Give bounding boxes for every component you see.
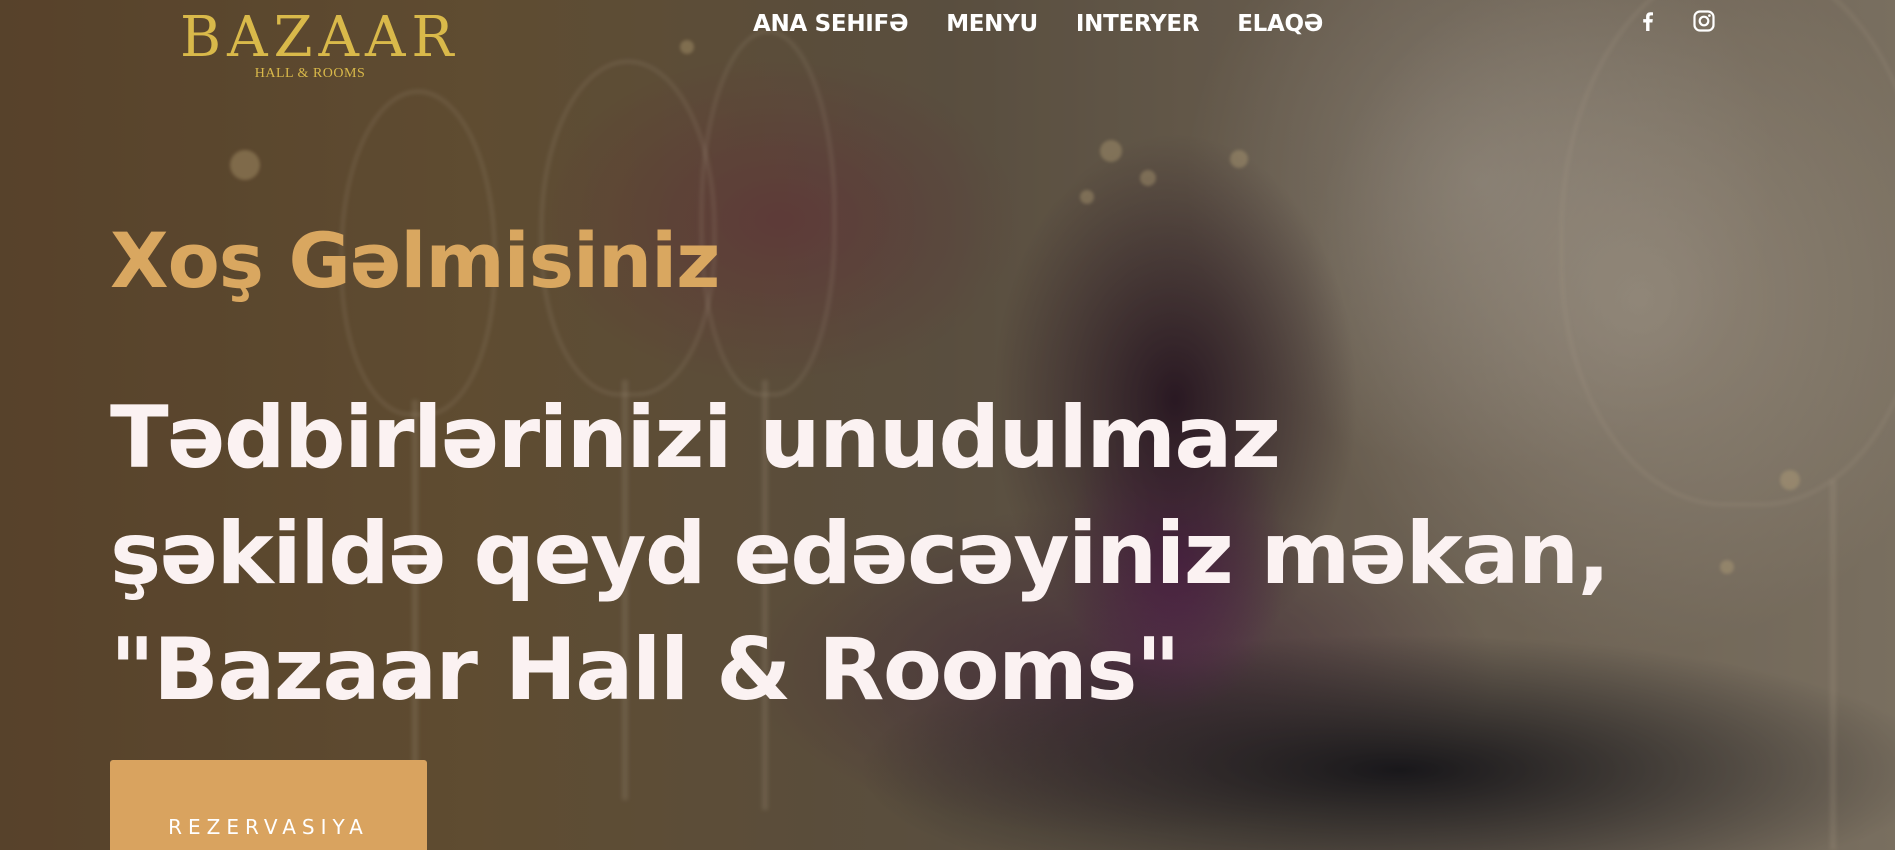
facebook-icon[interactable] — [1636, 9, 1660, 33]
welcome-heading: Xoş Gəlmisiniz — [110, 216, 720, 305]
hero-headline: Tədbirlərinizi unudulmaz şəkildə qeyd ed… — [110, 380, 1710, 728]
nav-item-interior[interactable]: INTERYER — [1076, 8, 1200, 40]
logo-wordmark: BAZAAR — [180, 5, 460, 70]
nav-item-contact[interactable]: ELAQƏ — [1237, 8, 1323, 40]
brand-logo[interactable]: BAZAAR HALL & ROOMS — [180, 5, 460, 88]
hero-headline-line: şəkildə qeyd edəcəyiniz məkan, — [110, 504, 1610, 604]
social-links — [1636, 8, 1716, 34]
nav-item-home[interactable]: ANA SEHIFƏ — [753, 8, 908, 40]
hero-headline-line: Tədbirlərinizi unudulmaz — [110, 388, 1281, 488]
reservation-button-label: REZERVASIYA — [168, 814, 369, 839]
hero-headline-line: "Bazaar Hall & Rooms" — [110, 620, 1181, 720]
hero-section: BAZAAR HALL & ROOMS ANA SEHIFƏ MENYU INT… — [0, 0, 1895, 850]
nav-item-menu[interactable]: MENYU — [946, 8, 1038, 40]
main-nav: ANA SEHIFƏ MENYU INTERYER ELAQƏ — [753, 8, 1323, 40]
reservation-button[interactable]: REZERVASIYA — [110, 760, 427, 850]
instagram-icon[interactable] — [1692, 9, 1716, 33]
